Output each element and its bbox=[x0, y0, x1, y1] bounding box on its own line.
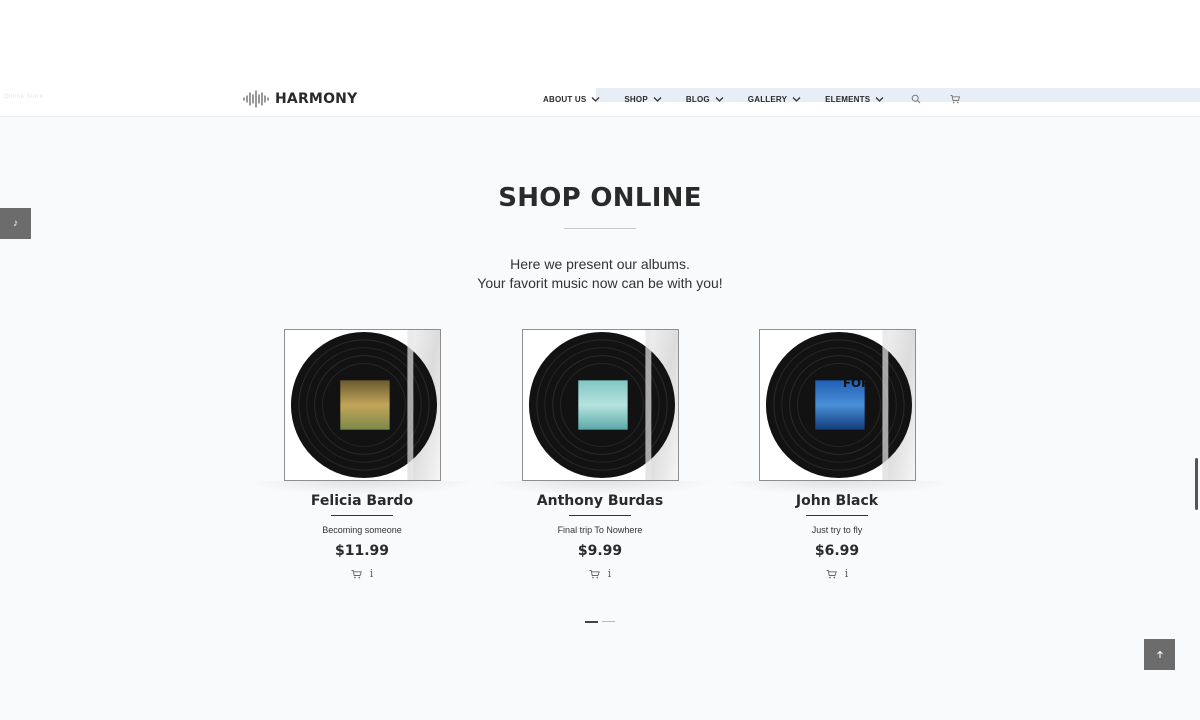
cart-icon[interactable] bbox=[950, 94, 961, 104]
album-image[interactable]: FOR bbox=[759, 329, 916, 481]
album-title: Just try to fly bbox=[811, 525, 863, 535]
cover-text: FOR bbox=[843, 376, 870, 390]
info-icon[interactable]: i bbox=[608, 568, 612, 579]
nav-item-gallery[interactable]: GALLERY bbox=[748, 95, 801, 104]
add-to-cart-icon[interactable] bbox=[826, 569, 837, 579]
carousel-pager bbox=[585, 621, 615, 623]
search-icon[interactable] bbox=[911, 94, 921, 104]
nav-item-shop[interactable]: SHOP bbox=[624, 94, 662, 104]
add-to-cart-icon[interactable] bbox=[589, 569, 600, 579]
pager-dot-1[interactable] bbox=[585, 621, 598, 623]
top-blank-area bbox=[0, 0, 1200, 80]
music-note-icon: ♪ bbox=[13, 218, 18, 229]
artist-name[interactable]: John Black bbox=[718, 493, 956, 509]
album-title: Final trip To Nowhere bbox=[557, 525, 643, 535]
info-icon[interactable]: i bbox=[370, 568, 374, 579]
title-divider bbox=[564, 228, 636, 229]
site-logo[interactable]: HARMONY bbox=[243, 89, 357, 109]
equalizer-logo-icon bbox=[243, 90, 269, 108]
product-actions: i bbox=[243, 568, 481, 579]
album-title: Becoming someone bbox=[322, 525, 402, 535]
logo-text: HARMONY bbox=[275, 91, 358, 107]
vinyl-album-art bbox=[290, 330, 440, 480]
section-title: SHOP ONLINE bbox=[498, 183, 702, 213]
nav-label: BLOG bbox=[685, 94, 710, 104]
product-actions: i bbox=[481, 568, 719, 579]
nav-label: ABOUT US bbox=[543, 94, 587, 104]
scrollbar-thumb[interactable] bbox=[1195, 458, 1198, 510]
nav-item-blog[interactable]: BLOG bbox=[686, 95, 724, 104]
nav-label: GALLERY bbox=[747, 94, 788, 104]
vinyl-album-art: FOR bbox=[765, 330, 915, 480]
back-to-top-button[interactable] bbox=[1144, 639, 1175, 670]
info-icon[interactable]: i bbox=[845, 568, 849, 579]
name-divider bbox=[569, 515, 631, 516]
nav-label: ELEMENTS bbox=[825, 94, 871, 104]
nav-label: SHOP bbox=[624, 94, 648, 104]
name-divider bbox=[806, 515, 868, 516]
artist-name[interactable]: Anthony Burdas bbox=[481, 493, 719, 509]
album-image[interactable] bbox=[284, 329, 441, 481]
product-actions: i bbox=[718, 568, 956, 579]
pager-dot-2[interactable] bbox=[602, 621, 615, 622]
add-to-cart-icon[interactable] bbox=[351, 569, 362, 579]
section-subtitle-line2: Your favorit music now can be with you! bbox=[477, 275, 723, 291]
arrow-up-icon bbox=[1156, 650, 1163, 658]
artist-name[interactable]: Felicia Bardo bbox=[243, 493, 481, 509]
nav-item-elements[interactable]: ELEMENTS bbox=[825, 95, 884, 104]
price: $6.99 bbox=[814, 543, 860, 559]
main-nav: ABOUT US SHOP BLOG GALLERY ELEMENTS bbox=[543, 93, 961, 105]
price: $9.99 bbox=[577, 543, 623, 559]
section-subtitle-line1: Here we present our albums. bbox=[510, 256, 690, 272]
product-card: Felicia Bardo Becoming someone $11.99 i bbox=[243, 329, 481, 589]
header-faint-text: Online Store bbox=[4, 94, 44, 100]
chevron-down-icon bbox=[792, 97, 801, 102]
price: $11.99 bbox=[334, 543, 390, 559]
chevron-down-icon bbox=[653, 97, 662, 102]
chevron-down-icon bbox=[591, 97, 600, 102]
product-card: FOR John Black Just try to fly $6.99 i bbox=[718, 329, 956, 589]
nav-item-about-us[interactable]: ABOUT US bbox=[543, 95, 600, 104]
name-divider bbox=[331, 515, 393, 516]
vinyl-album-art bbox=[528, 330, 678, 480]
chevron-down-icon bbox=[875, 97, 884, 102]
chevron-down-icon bbox=[715, 97, 724, 102]
product-card: Anthony Burdas Final trip To Nowhere $9.… bbox=[481, 329, 719, 589]
album-image[interactable] bbox=[522, 329, 679, 481]
